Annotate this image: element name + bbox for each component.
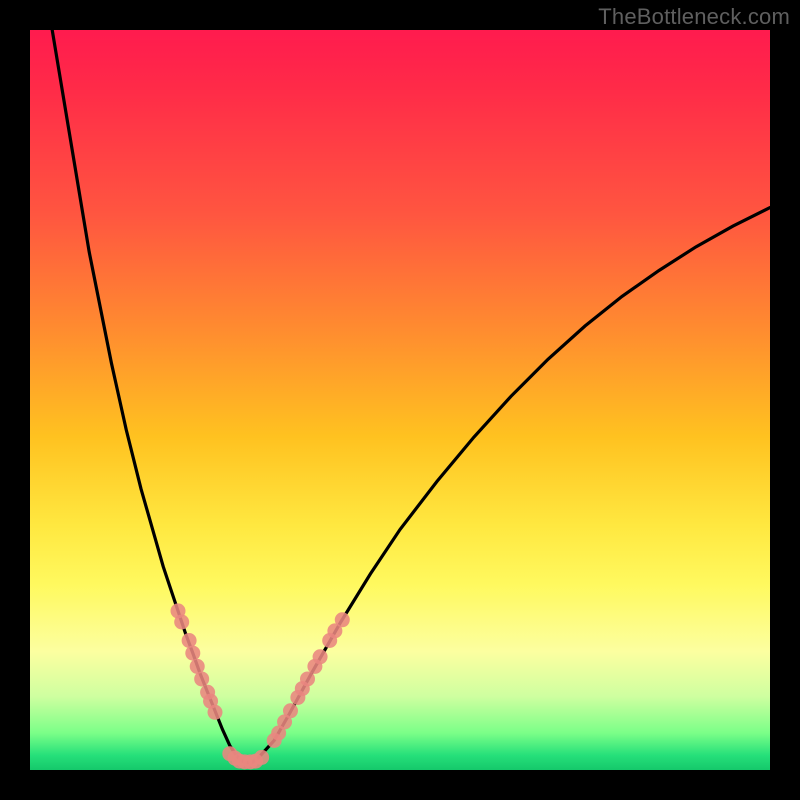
highlighted-points <box>171 603 350 769</box>
marker-point <box>254 750 269 765</box>
watermark-text: TheBottleneck.com <box>598 4 790 30</box>
chart-frame: TheBottleneck.com <box>0 0 800 800</box>
marker-point <box>194 671 209 686</box>
marker-point <box>208 705 223 720</box>
marker-point <box>174 615 189 630</box>
chart-plot-area <box>30 30 770 770</box>
bottleneck-curve <box>52 30 770 763</box>
marker-point <box>300 671 315 686</box>
marker-point <box>335 612 350 627</box>
marker-point <box>313 649 328 664</box>
marker-point <box>283 703 298 718</box>
chart-svg <box>30 30 770 770</box>
marker-point <box>185 646 200 661</box>
